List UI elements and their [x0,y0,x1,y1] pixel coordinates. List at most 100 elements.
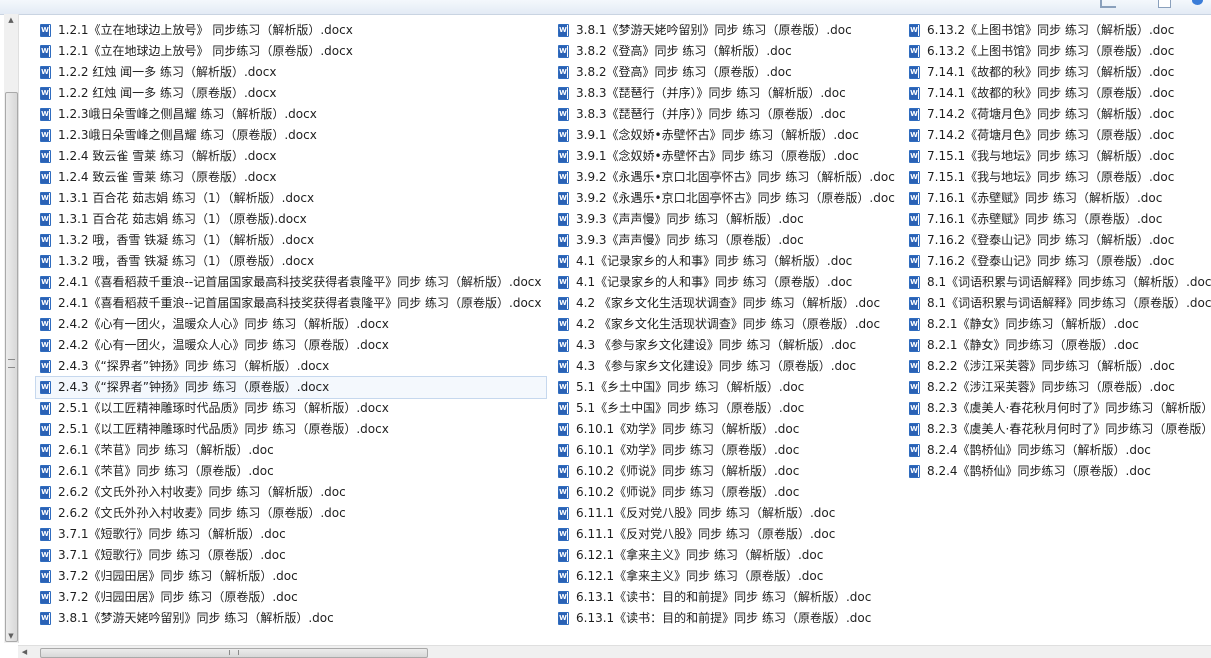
file-item[interactable]: 8.1《词语积累与词语解释》同步练习（解析版）.doc [905,272,1211,293]
vertical-scroll-thumb[interactable] [5,92,18,642]
file-item[interactable]: 8.2.4《鹊桥仙》同步练习（解析版）.doc [905,440,1211,461]
horizontal-scrollbar[interactable]: ◀ [18,645,1211,658]
file-item[interactable]: 6.13.2《上图书馆》同步 练习（原卷版）.doc [905,41,1211,62]
file-item[interactable]: 3.8.2《登高》同步 练习（原卷版）.doc [554,62,900,83]
file-item[interactable]: 8.2.3《虞美人·春花秋月何时了》同步练习（解析版） [905,398,1211,419]
word-document-icon [40,465,51,478]
file-column-2: 3.8.1《梦游天姥吟留别》同步 练习（原卷版）.doc 3.8.2《登高》同步 … [554,20,900,629]
file-item[interactable]: 1.3.1 百合花 茹志娟 练习（1）（解析版）.docx [36,188,546,209]
file-item[interactable]: 3.9.2《永遇乐•京口北固亭怀古》同步 练习（原卷版）.doc [554,188,900,209]
file-item[interactable]: 7.14.1《故都的秋》同步 练习（解析版）.doc [905,62,1211,83]
file-name: 1.2.3峨日朵雪峰之侧昌耀 练习（解析版）.docx [58,107,317,121]
file-item[interactable]: 3.9.1《念奴娇•赤壁怀古》同步 练习（解析版）.doc [554,125,900,146]
file-item[interactable]: 6.10.2《师说》同步 练习（原卷版）.doc [554,482,900,503]
file-item[interactable]: 4.1《记录家乡的人和事》同步 练习（解析版）.doc [554,251,900,272]
file-item[interactable]: 7.16.2《登泰山记》同步 练习（原卷版）.doc [905,251,1211,272]
file-item[interactable]: 8.2.1《静女》同步练习（解析版）.doc [905,314,1211,335]
file-item[interactable]: 6.11.1《反对党八股》同步 练习（解析版）.doc [554,503,900,524]
file-item[interactable]: 7.15.1《我与地坛》同步 练习（原卷版）.doc [905,167,1211,188]
file-item[interactable]: 3.8.3《琵琶行（并序）》同步 练习（解析版）.doc [554,83,900,104]
file-name: 2.6.2《文氏外孙入村收麦》同步 练习（解析版）.doc [58,485,346,499]
file-item[interactable]: 3.8.3《琵琶行（并序）》同步 练习（原卷版）.doc [554,104,900,125]
file-item[interactable]: 1.2.4 致云雀 雪莱 练习（解析版）.docx [36,146,546,167]
scroll-up-arrow-icon[interactable]: ▲ [4,14,18,27]
word-document-icon [909,45,920,58]
file-item[interactable]: 7.16.1《赤壁赋》同步 练习（原卷版）.doc [905,209,1211,230]
file-item[interactable]: 3.7.1《短歌行》同步 练习（解析版）.doc [36,524,546,545]
file-item[interactable]: 5.1《乡土中国》同步 练习（原卷版）.doc [554,398,900,419]
file-item[interactable]: 7.14.2《荷塘月色》同步 练习（解析版）.doc [905,104,1211,125]
file-item[interactable]: 4.2 《家乡文化生活现状调查》同步 练习（解析版）.doc [554,293,900,314]
word-document-icon [909,150,920,163]
file-item[interactable]: 1.2.1《立在地球边上放号》 同步练习（解析版）.docx [36,20,546,41]
file-item[interactable]: 2.4.2《心有一团火，温暖众人心》同步 练习（原卷版）.docx [36,335,546,356]
file-item[interactable]: 8.2.4《鹊桥仙》同步练习（原卷版）.doc [905,461,1211,482]
file-item[interactable]: 4.3 《参与家乡文化建设》同步 练习（原卷版）.doc [554,356,900,377]
file-item[interactable]: 2.5.1《以工匠精神雕琢时代品质》同步 练习（原卷版）.docx [36,419,546,440]
word-document-icon [909,276,920,289]
file-item[interactable]: 3.9.1《念奴娇•赤壁怀古》同步 练习（原卷版）.doc [554,146,900,167]
file-item[interactable]: 1.3.2 哦，香雪 铁凝 练习（1）（解析版）.docx [36,230,546,251]
word-document-icon [909,234,920,247]
file-item[interactable]: 2.4.3《“探界者”钟扬》同步 练习（解析版）.docx [36,356,546,377]
file-item[interactable]: 8.2.2《涉江采芙蓉》同步练习（原卷版）.doc [905,377,1211,398]
file-item[interactable]: 1.2.2 红烛 闻一多 练习（解析版）.docx [36,62,546,83]
file-item[interactable]: 8.2.3《虞美人·春花秋月何时了》同步练习（原卷版） [905,419,1211,440]
file-item[interactable]: 3.8.1《梦游天姥吟留别》同步 练习（解析版）.doc [36,608,546,629]
file-item[interactable]: 1.2.1《立在地球边上放号》 同步练习（原卷版）.docx [36,41,546,62]
file-item[interactable]: 1.2.3峨日朵雪峰之侧昌耀 练习（原卷版）.docx [36,125,546,146]
vertical-scrollbar[interactable]: ▲ ▼ [4,14,19,643]
file-item[interactable]: 3.8.2《登高》同步 练习（解析版）.doc [554,41,900,62]
file-item[interactable]: 8.2.2《涉江采芙蓉》同步练习（解析版）.doc [905,356,1211,377]
file-item[interactable]: 1.3.2 哦，香雪 铁凝 练习（1）（原卷版）.docx [36,251,546,272]
file-item[interactable]: 3.8.1《梦游天姥吟留别》同步 练习（原卷版）.doc [554,20,900,41]
view-options-icon[interactable] [1100,0,1116,8]
file-item[interactable]: 7.16.1《赤壁赋》同步 练习（解析版）.doc [905,188,1211,209]
file-item[interactable]: 4.1《记录家乡的人和事》同步 练习（原卷版）.doc [554,272,900,293]
file-item[interactable]: 6.12.1《拿来主义》同步 练习（解析版）.doc [554,545,900,566]
file-item[interactable]: 2.5.1《以工匠精神雕琢时代品质》同步 练习（解析版）.docx [36,398,546,419]
file-item[interactable]: 3.7.2《归园田居》同步 练习（解析版）.doc [36,566,546,587]
file-item[interactable]: 2.4.2《心有一团火，温暖众人心》同步 练习（解析版）.docx [36,314,546,335]
file-item[interactable]: 2.6.1《芣苢》同步 练习（原卷版）.doc [36,461,546,482]
file-item[interactable]: 7.16.2《登泰山记》同步 练习（解析版）.doc [905,230,1211,251]
file-item[interactable]: 1.2.4 致云雀 雪莱 练习（原卷版）.docx [36,167,546,188]
file-item[interactable]: 2.4.1《喜看稻菽千重浪--记首届国家最高科技奖获得者袁隆平》同步 练习（原卷… [36,293,546,314]
file-item[interactable]: 1.2.2 红烛 闻一多 练习（原卷版）.docx [36,83,546,104]
word-document-icon [558,528,569,541]
file-item[interactable]: 6.13.2《上图书馆》同步 练习（解析版）.doc [905,20,1211,41]
file-item[interactable]: 2.6.2《文氏外孙入村收麦》同步 练习（原卷版）.doc [36,503,546,524]
scroll-down-arrow-icon[interactable]: ▼ [4,630,18,643]
file-item[interactable]: 6.11.1《反对党八股》同步 练习（原卷版）.doc [554,524,900,545]
file-item[interactable]: 1.2.3峨日朵雪峰之侧昌耀 练习（解析版）.docx [36,104,546,125]
file-name: 2.4.1《喜看稻菽千重浪--记首届国家最高科技奖获得者袁隆平》同步 练习（原卷… [58,296,542,310]
file-item[interactable]: 6.10.2《师说》同步 练习（解析版）.doc [554,461,900,482]
file-item[interactable]: 2.6.2《文氏外孙入村收麦》同步 练习（解析版）.doc [36,482,546,503]
file-item[interactable]: 3.9.2《永遇乐•京口北固亭怀古》同步 练习（解析版）.doc [554,167,900,188]
file-item[interactable]: 5.1《乡土中国》同步 练习（解析版）.doc [554,377,900,398]
file-item[interactable]: 3.7.1《短歌行》同步 练习（原卷版）.doc [36,545,546,566]
preview-pane-icon[interactable] [1158,0,1171,8]
file-item[interactable]: 7.14.2《荷塘月色》同步 练习（原卷版）.doc [905,125,1211,146]
file-item[interactable]: 4.2 《家乡文化生活现状调查》同步 练习（原卷版）.doc [554,314,900,335]
file-item[interactable]: 7.15.1《我与地坛》同步 练习（解析版）.doc [905,146,1211,167]
file-item[interactable]: 3.9.3《声声慢》同步 练习（解析版）.doc [554,209,900,230]
file-item[interactable]: 6.10.1《劝学》同步 练习（原卷版）.doc [554,440,900,461]
file-item[interactable]: 6.13.1《读书：目的和前提》同步 练习（解析版）.doc [554,587,900,608]
file-item[interactable]: 2.4.3《“探界者”钟扬》同步 练习（原卷版）.docx [35,376,547,399]
file-item[interactable]: 2.6.1《芣苢》同步 练习（解析版）.doc [36,440,546,461]
scroll-left-arrow-icon[interactable]: ◀ [18,646,31,658]
file-name: 8.1《词语积累与词语解释》同步练习（解析版）.doc [927,275,1211,289]
file-item[interactable]: 2.4.1《喜看稻菽千重浪--记首届国家最高科技奖获得者袁隆平》同步 练习（解析… [36,272,546,293]
file-item[interactable]: 6.13.1《读书：目的和前提》同步 练习（原卷版）.doc [554,608,900,629]
file-item[interactable]: 6.12.1《拿来主义》同步 练习（原卷版）.doc [554,566,900,587]
file-item[interactable]: 1.3.1 百合花 茹志娟 练习（1）（原卷版).docx [36,209,546,230]
file-item[interactable]: 7.14.1《故都的秋》同步 练习（原卷版）.doc [905,83,1211,104]
file-item[interactable]: 3.9.3《声声慢》同步 练习（原卷版）.doc [554,230,900,251]
file-item[interactable]: 8.1《词语积累与词语解释》同步练习（原卷版）.doc [905,293,1211,314]
file-item[interactable]: 3.7.2《归园田居》同步 练习（原卷版）.doc [36,587,546,608]
file-item[interactable]: 6.10.1《劝学》同步 练习（解析版）.doc [554,419,900,440]
file-item[interactable]: 8.2.1《静女》同步练习（原卷版）.doc [905,335,1211,356]
file-item[interactable]: 4.3 《参与家乡文化建设》同步 练习（解析版）.doc [554,335,900,356]
help-icon[interactable] [1192,0,1203,5]
